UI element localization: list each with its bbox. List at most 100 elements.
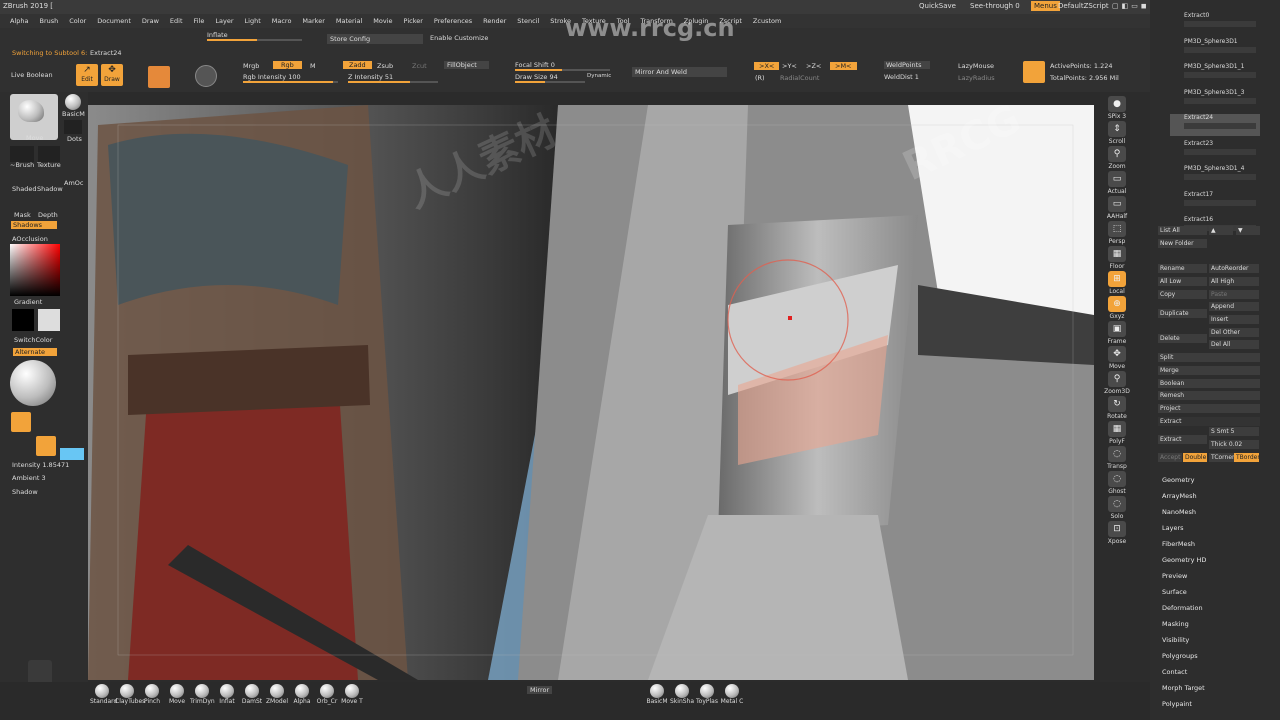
- shelf-gxyz-button[interactable]: ⊕ Gxyz: [1104, 296, 1130, 320]
- depth-button[interactable]: Depth: [38, 211, 58, 219]
- mirror-button[interactable]: Mirror: [527, 686, 553, 694]
- dots-stroke-icon[interactable]: [64, 120, 82, 134]
- shadow-slider[interactable]: Shadow: [12, 488, 38, 496]
- accept-button[interactable]: Accept: [1158, 453, 1182, 462]
- light-color-swatch[interactable]: [60, 448, 84, 460]
- weld-dist-slider[interactable]: WeldDist 1: [884, 73, 919, 81]
- shelf-scroll-button[interactable]: ⇕ Scroll: [1104, 121, 1130, 145]
- section-preview[interactable]: Preview: [1162, 572, 1187, 580]
- menu-edit[interactable]: Edit: [170, 17, 183, 25]
- light-sphere[interactable]: [10, 360, 56, 406]
- tborder-button[interactable]: TBorder: [1234, 453, 1260, 462]
- thick-slider[interactable]: Thick 0.02: [1209, 440, 1259, 449]
- fill-object-button[interactable]: FillObject: [444, 61, 489, 69]
- menu-material[interactable]: Material: [336, 17, 362, 25]
- section-arraymesh[interactable]: ArrayMesh: [1162, 492, 1197, 500]
- zcut-button[interactable]: Zcut: [412, 62, 427, 70]
- split-button[interactable]: Split: [1158, 353, 1260, 362]
- alpha-icon[interactable]: [10, 146, 34, 162]
- section-polygroups[interactable]: Polygroups: [1162, 652, 1198, 660]
- shadow-button[interactable]: Shadow: [37, 185, 63, 193]
- subtool-visibility-bar[interactable]: [1184, 123, 1256, 129]
- menu-marker[interactable]: Marker: [302, 17, 324, 25]
- s-smt-slider[interactable]: S Smt 5: [1209, 427, 1259, 436]
- del-other-button[interactable]: Del Other: [1209, 328, 1259, 337]
- shelf-solo-button[interactable]: ◌ Solo: [1104, 496, 1130, 520]
- all-high-button[interactable]: All High: [1209, 277, 1259, 286]
- menus-button[interactable]: Menus: [1031, 1, 1060, 11]
- gradient-button[interactable]: Gradient: [14, 298, 42, 306]
- remesh-button[interactable]: Remesh: [1158, 391, 1260, 400]
- subtool-item[interactable]: PM3D_Sphere3D1_3: [1170, 89, 1260, 111]
- subtool-item[interactable]: PM3D_Sphere3D1_4: [1170, 165, 1260, 187]
- lazy-mouse-button[interactable]: LazyMouse: [958, 62, 994, 70]
- alternate-button[interactable]: Alternate: [13, 348, 58, 356]
- insert-button[interactable]: Insert: [1209, 315, 1259, 324]
- copy-button[interactable]: Copy: [1158, 290, 1207, 299]
- secondary-color-swatch[interactable]: [38, 309, 60, 331]
- subtool-visibility-bar[interactable]: [1184, 174, 1256, 180]
- shelf-transp-button[interactable]: ◌ Transp: [1104, 446, 1130, 470]
- menu-draw[interactable]: Draw: [142, 17, 159, 25]
- shelf-aahalf-button[interactable]: ▭ AAHalf: [1104, 196, 1130, 220]
- section-deformation[interactable]: Deformation: [1162, 604, 1203, 612]
- light-bulb-icon[interactable]: [11, 412, 31, 432]
- brush-pinch[interactable]: Pinch: [140, 682, 164, 705]
- subtool-visibility-bar[interactable]: [1184, 21, 1256, 27]
- brush-move[interactable]: Move: [165, 682, 189, 705]
- shelf-spix-3-button[interactable]: ● SPix 3: [1104, 96, 1130, 120]
- local-symmetry-icon[interactable]: [1023, 61, 1045, 83]
- menu-stencil[interactable]: Stencil: [517, 17, 539, 25]
- window-controls-icon[interactable]: ▢◧▭◼: [1112, 2, 1150, 10]
- see-through-slider[interactable]: See-through 0: [970, 2, 1020, 10]
- material-toyplas[interactable]: ToyPlas: [695, 682, 719, 705]
- subtool-item[interactable]: Extract24: [1170, 114, 1260, 136]
- subtool-visibility-bar[interactable]: [1184, 97, 1256, 104]
- subtool-item[interactable]: PM3D_Sphere3D1: [1170, 38, 1260, 60]
- merge-button[interactable]: Merge: [1158, 366, 1260, 375]
- rename-button[interactable]: Rename: [1158, 264, 1207, 273]
- inflate-slider[interactable]: Inflate: [207, 31, 228, 39]
- draw-size-slider[interactable]: Draw Size 94: [515, 73, 558, 81]
- shadows-button[interactable]: Shadows: [11, 221, 58, 229]
- shelf-ghost-button[interactable]: ◌ Ghost: [1104, 471, 1130, 495]
- edit-button[interactable]: ↗ Edit: [76, 64, 98, 86]
- menu-zcustom[interactable]: Zcustom: [753, 17, 781, 25]
- default-zscript-button[interactable]: DefaultZScript: [1058, 2, 1109, 10]
- project-button[interactable]: Project: [1158, 404, 1260, 413]
- append-button[interactable]: Append: [1209, 302, 1259, 311]
- shelf-floor-button[interactable]: ▦ Floor: [1104, 246, 1130, 270]
- list-all-button[interactable]: List All: [1158, 226, 1207, 235]
- brush-damst[interactable]: DamSt: [240, 682, 264, 705]
- extract-section-header[interactable]: Extract: [1158, 417, 1260, 426]
- enable-customize-button[interactable]: Enable Customize: [430, 34, 488, 42]
- shelf-polyf-button[interactable]: ▦ PolyF: [1104, 421, 1130, 445]
- section-layers[interactable]: Layers: [1162, 524, 1184, 532]
- basic-material-icon[interactable]: [65, 94, 81, 110]
- aocclusion-button[interactable]: AOcclusion: [12, 235, 48, 243]
- rgb-intensity-slider[interactable]: Rgb Intensity 100: [243, 73, 301, 81]
- shelf-local-button[interactable]: ⊞ Local: [1104, 271, 1130, 295]
- menu-alpha[interactable]: Alpha: [10, 17, 28, 25]
- menu-brush[interactable]: Brush: [39, 17, 58, 25]
- subtool-visibility-bar[interactable]: [1184, 148, 1256, 155]
- main-color-swatch[interactable]: [12, 309, 34, 331]
- quicksave-button[interactable]: QuickSave: [919, 2, 956, 10]
- radial-count-slider[interactable]: RadialCount: [780, 74, 819, 82]
- shelf-rotate-button[interactable]: ↻ Rotate: [1104, 396, 1130, 420]
- subtool-visibility-bar[interactable]: [1184, 199, 1256, 206]
- x-symmetry-button[interactable]: >X<: [754, 62, 780, 70]
- shelf-zoom-button[interactable]: ⚲ Zoom: [1104, 146, 1130, 170]
- delete-button[interactable]: Delete: [1158, 334, 1207, 343]
- zsub-button[interactable]: Zsub: [377, 62, 393, 70]
- new-folder-button[interactable]: New Folder: [1158, 239, 1207, 248]
- tcorner-button[interactable]: TCorner: [1209, 453, 1235, 462]
- brush-trimdyn[interactable]: TrimDyn: [190, 682, 215, 705]
- section-masking[interactable]: Masking: [1162, 620, 1189, 628]
- dynamic-button[interactable]: Dynamic: [587, 73, 611, 79]
- draw-button[interactable]: ✥ Draw: [101, 64, 123, 86]
- auto-reorder-button[interactable]: AutoReorder: [1209, 264, 1259, 273]
- boolean-button[interactable]: Boolean: [1158, 379, 1260, 388]
- section-morph-target[interactable]: Morph Target: [1162, 684, 1205, 692]
- m-symmetry-button[interactable]: >M<: [830, 62, 857, 70]
